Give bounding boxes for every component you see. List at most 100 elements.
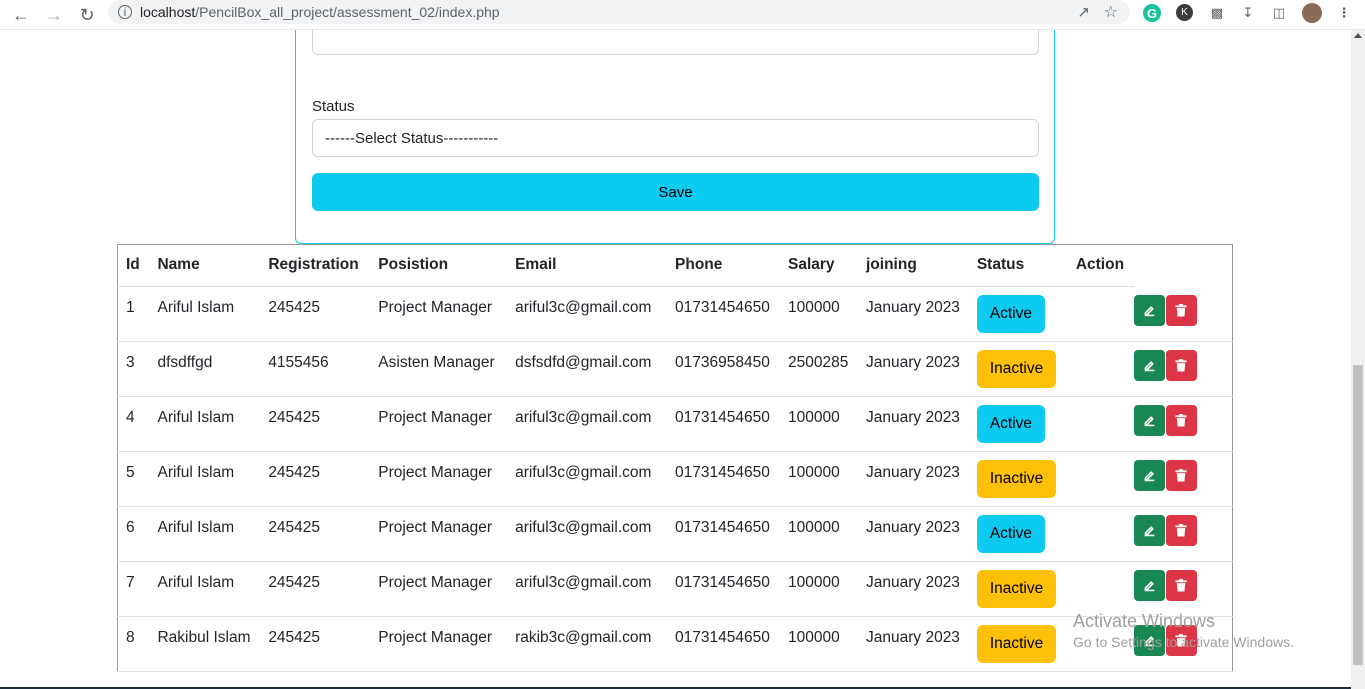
cell-joining: January 2023 xyxy=(858,341,969,397)
header-position: Posistion xyxy=(370,244,508,287)
activate-windows-watermark: Activate Windows Go to Settings to activ… xyxy=(1073,611,1294,650)
cell-phone: 01731454650 xyxy=(667,451,781,507)
status-badge[interactable]: Inactive xyxy=(976,460,1057,498)
scroll-thumb[interactable] xyxy=(1353,365,1363,665)
edit-icon xyxy=(1143,579,1156,592)
grammarly-extension-icon[interactable]: G xyxy=(1143,4,1161,22)
cell-name: Rakibul Islam xyxy=(149,616,261,672)
watermark-title: Activate Windows xyxy=(1073,611,1216,631)
cell-email: ariful3c@gmail.com xyxy=(507,396,668,452)
cell-salary: 100000 xyxy=(780,616,858,672)
edit-button[interactable] xyxy=(1133,350,1165,381)
cell-registration: 245425 xyxy=(260,561,371,617)
cell-joining: January 2023 xyxy=(858,451,969,507)
cell-name: Ariful Islam xyxy=(149,396,261,452)
cell-joining: January 2023 xyxy=(858,286,969,342)
status-badge[interactable]: Active xyxy=(976,295,1046,333)
address-bar[interactable]: i localhost/PencilBox_all_project/assess… xyxy=(108,0,1130,24)
table-row: 3 dfsdffgd 4155456 Asisten Manager dsfsdfd@g… xyxy=(117,341,1233,397)
cell-name: Ariful Islam xyxy=(149,561,261,617)
header-phone: Phone xyxy=(667,244,781,287)
edit-button[interactable] xyxy=(1133,515,1165,546)
cell-phone: 01731454650 xyxy=(667,616,781,672)
cell-actions xyxy=(1133,396,1233,452)
status-select[interactable]: ------Select Status----------- xyxy=(312,119,1039,157)
cell-email: ariful3c@gmail.com xyxy=(507,561,668,617)
scroll-up-arrow-icon[interactable] xyxy=(1354,33,1362,38)
trash-icon xyxy=(1175,359,1187,372)
menu-kebab-icon[interactable]: ⋮ xyxy=(1334,3,1354,23)
extensions-puzzle-icon[interactable]: ▩ xyxy=(1207,3,1227,23)
cell-salary: 100000 xyxy=(780,451,858,507)
status-badge[interactable]: Active xyxy=(976,405,1046,443)
edit-button[interactable] xyxy=(1133,460,1165,491)
cell-actions xyxy=(1133,561,1233,617)
cell-status: Active xyxy=(968,506,1068,562)
share-icon[interactable]: ↗ xyxy=(1077,3,1090,21)
header-id: Id xyxy=(117,244,150,287)
trash-icon xyxy=(1175,579,1187,592)
cell-email: ariful3c@gmail.com xyxy=(507,286,668,342)
bookmark-star-icon[interactable]: ☆ xyxy=(1104,2,1118,22)
reload-icon[interactable]: ↻ xyxy=(75,3,99,27)
cell-status: Active xyxy=(968,396,1068,452)
cell-registration: 245425 xyxy=(260,506,371,562)
edit-button[interactable] xyxy=(1133,570,1165,601)
form-input-field[interactable] xyxy=(312,30,1039,55)
cell-phone: 01731454650 xyxy=(667,561,781,617)
table-row: 8 Rakibul Islam 245425 Project Manager rakib… xyxy=(117,616,1233,672)
trash-icon xyxy=(1175,469,1187,482)
side-panel-icon[interactable]: ◫ xyxy=(1269,3,1289,23)
cell-id: 4 xyxy=(117,396,150,452)
status-badge[interactable]: Inactive xyxy=(976,625,1057,663)
cell-registration: 245425 xyxy=(260,451,371,507)
cell-status: Inactive xyxy=(968,341,1068,397)
cell-status: Inactive xyxy=(968,451,1068,507)
site-info-icon[interactable]: i xyxy=(118,5,132,19)
delete-button[interactable] xyxy=(1165,460,1197,491)
cell-action-spacer xyxy=(1067,506,1134,562)
cell-email: rakib3c@gmail.com xyxy=(507,616,668,672)
status-badge[interactable]: Inactive xyxy=(976,570,1057,608)
k-extension-icon[interactable]: K xyxy=(1176,4,1193,21)
cell-email: dsfsdfd@gmail.com xyxy=(507,341,668,397)
edit-icon xyxy=(1143,524,1156,537)
edit-icon xyxy=(1143,304,1156,317)
delete-button[interactable] xyxy=(1165,350,1197,381)
cell-id: 1 xyxy=(117,286,150,342)
cell-joining: January 2023 xyxy=(858,616,969,672)
page-content: Status ------Select Status----------- Sa… xyxy=(0,30,1351,687)
cell-registration: 245425 xyxy=(260,396,371,452)
cell-registration: 245425 xyxy=(260,616,371,672)
download-icon[interactable]: ↧ xyxy=(1238,3,1258,23)
cell-id: 5 xyxy=(117,451,150,507)
profile-avatar[interactable] xyxy=(1302,3,1322,23)
table-row: 5 Ariful Islam 245425 Project Manager ariful… xyxy=(117,451,1233,507)
browser-toolbar: ← → ↻ i localhost/PencilBox_all_project/… xyxy=(0,0,1365,30)
header-action: Action xyxy=(1067,244,1134,287)
edit-icon xyxy=(1143,414,1156,427)
delete-button[interactable] xyxy=(1165,515,1197,546)
forward-icon[interactable]: → xyxy=(42,3,66,27)
delete-button[interactable] xyxy=(1165,294,1197,326)
table-row: 6 Ariful Islam 245425 Project Manager ariful… xyxy=(117,506,1233,562)
employee-table: Id Name Registration Posistion Email Pho… xyxy=(117,244,1233,672)
header-empty xyxy=(1134,245,1233,287)
status-badge[interactable]: Active xyxy=(976,515,1046,553)
cell-salary: 100000 xyxy=(780,286,858,342)
cell-position: Project Manager xyxy=(370,561,508,617)
delete-button[interactable] xyxy=(1165,570,1197,601)
cell-registration: 245425 xyxy=(260,286,371,342)
status-badge[interactable]: Inactive xyxy=(976,350,1057,388)
back-icon[interactable]: ← xyxy=(9,3,33,27)
edit-button[interactable] xyxy=(1133,405,1165,436)
header-email: Email xyxy=(507,244,668,287)
delete-button[interactable] xyxy=(1165,405,1197,436)
save-button[interactable]: Save xyxy=(312,173,1039,211)
edit-button[interactable] xyxy=(1133,294,1165,326)
trash-icon xyxy=(1175,414,1187,427)
vertical-scrollbar[interactable] xyxy=(1351,30,1365,689)
cell-phone: 01731454650 xyxy=(667,286,781,342)
cell-salary: 100000 xyxy=(780,561,858,617)
watermark-subtitle: Go to Settings to activate Windows. xyxy=(1073,634,1294,650)
